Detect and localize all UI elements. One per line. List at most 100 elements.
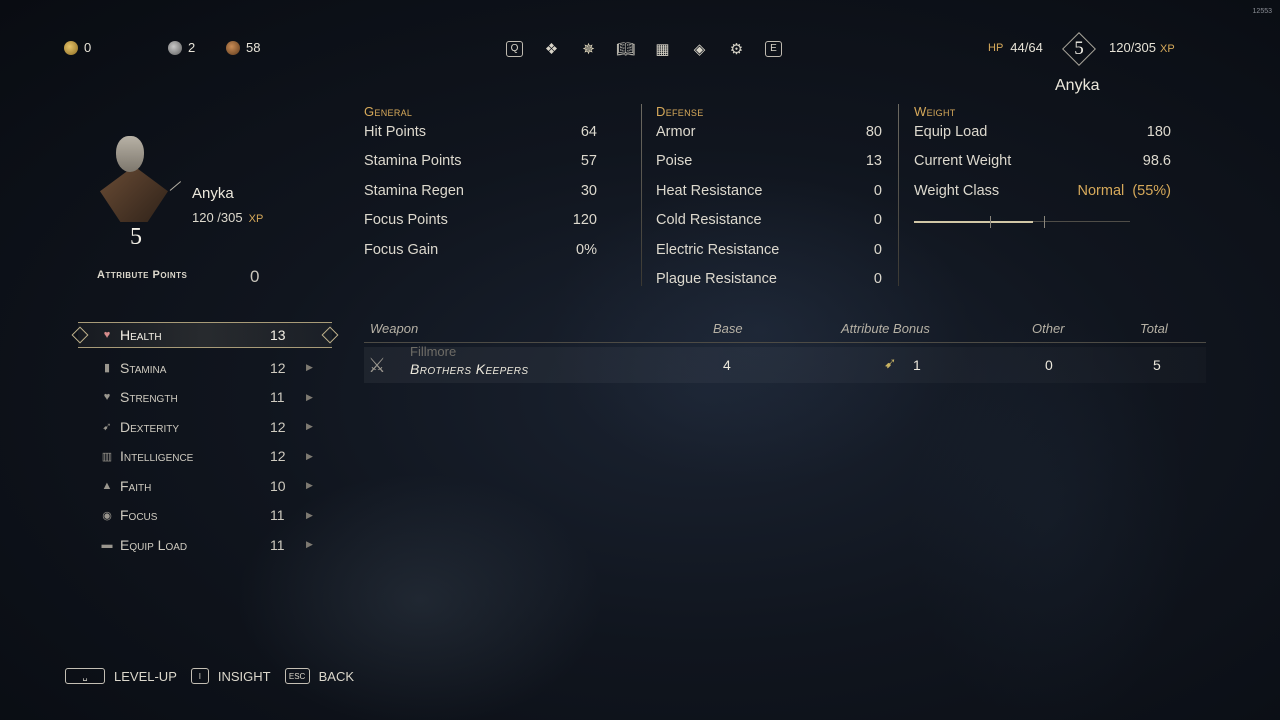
silver-currency: 2 (168, 40, 195, 55)
increase-arrow-icon[interactable]: ▶ (306, 392, 313, 403)
attribute-strength[interactable]: ♥ Strength 11 ▶ (78, 383, 332, 413)
stat-current-weight: Current Weight 98.6 (914, 153, 1171, 170)
gold-value: 0 (84, 40, 92, 55)
level-up-hint[interactable]: ␣ LEVEL-UP (65, 668, 177, 684)
next-tab-key[interactable]: E (755, 38, 792, 60)
hp-label: HP (988, 41, 1004, 54)
increase-arrow-icon[interactable]: ▶ (306, 539, 313, 550)
level-value: 5 (1074, 38, 1084, 59)
stat-poise: Poise 13 (656, 153, 882, 170)
weight-title: Weight (914, 104, 956, 119)
hp-readout: HP 44/64 (988, 40, 1043, 55)
stat-stamina-points: Stamina Points 57 (364, 153, 597, 170)
stat-armor: Armor 80 (656, 124, 882, 140)
bronze-currency: 58 (226, 40, 260, 55)
weapon-row[interactable]: ⚔ Fillmore Brothers Keepers 4 ➹ 1 0 5 (364, 344, 1206, 383)
column-divider (898, 104, 899, 286)
defense-title: Defense (656, 104, 704, 119)
increase-arrow-icon[interactable]: ▶ (306, 480, 313, 491)
xp-label: XP (1160, 43, 1175, 55)
insight-hint[interactable]: I INSIGHT (190, 668, 271, 684)
stat-plague-resistance: Plague Resistance 0 (656, 270, 882, 287)
increase-arrow-icon[interactable]: ▶ (306, 451, 313, 462)
weight-load-bar (914, 216, 1130, 229)
weapon-attribute-bonus: 1 (913, 357, 921, 373)
menu-tabs: Q ❖ ✵ 📖︎ ▦ ◈ ⚙ E (496, 38, 792, 60)
character-portrait (96, 130, 182, 226)
dexterity-bonus-icon: ➹ (884, 355, 897, 372)
silver-value: 2 (188, 40, 196, 55)
stat-hit-points: Hit Points 64 (364, 124, 597, 140)
stat-weight-class: Weight Class Normal (55%) (914, 182, 1171, 199)
heart-icon: ♥ (103, 329, 111, 341)
character-name-header: Anyka (1055, 77, 1100, 94)
dexterity-icon: ➹ (102, 421, 112, 434)
prev-tab-key[interactable]: Q (496, 38, 533, 60)
character-name: Anyka (192, 185, 234, 202)
attribute-faith[interactable]: ▲ Faith 10 ▶ (78, 471, 332, 501)
build-number: 12553 (1252, 8, 1272, 15)
insight-icon[interactable]: ◈ (681, 38, 718, 60)
weapon-subtitle: Fillmore (410, 344, 457, 359)
xp-value: 120/305 (1109, 40, 1156, 55)
general-stats: General Hit Points 64 Stamina Points 57 St… (364, 104, 597, 271)
stat-electric-resistance: Electric Resistance 0 (656, 241, 882, 258)
character-xp: 120 /305 XP (192, 210, 264, 225)
stamina-icon: ▮ (103, 362, 111, 375)
defense-stats: Defense Armor 80 Poise 13 Heat Resistance 0… (656, 104, 882, 300)
attribute-points-value: 0 (250, 267, 260, 286)
attribute-points-label: Attribute Points (97, 269, 188, 281)
i-key-icon: I (190, 668, 209, 684)
stat-equip-load: Equip Load 180 (914, 124, 1171, 140)
inventory-icon[interactable]: ❖ (533, 38, 570, 60)
attribute-intelligence[interactable]: ▥ Intelligence 12 ▶ (78, 442, 332, 472)
silver-coin-icon (168, 40, 182, 55)
column-divider (641, 104, 642, 286)
weapon-total: 5 (1153, 357, 1161, 373)
weight-class-value: Normal (1077, 182, 1125, 199)
attribute-health[interactable]: ♥ Health 13 (78, 322, 332, 348)
attribute-equip-load[interactable]: ▬ Equip Load 11 ▶ (78, 530, 332, 560)
spacebar-key-icon: ␣ (65, 668, 105, 684)
weight-class-percent: (55%) (1132, 182, 1171, 199)
equip-load-icon: ▬ (101, 538, 113, 551)
weapon-base: 4 (723, 357, 731, 373)
attribute-dexterity[interactable]: ➹ Dexterity 12 ▶ (78, 412, 332, 442)
back-hint[interactable]: ESC BACK (284, 668, 354, 684)
stat-focus-gain: Focus Gain 0% (364, 241, 597, 258)
attribute-focus[interactable]: ◉ Focus 11 ▶ (78, 501, 332, 531)
increase-arrow-icon[interactable]: ▶ (306, 362, 313, 373)
bronze-coin-icon (226, 40, 240, 55)
journal-icon[interactable]: 📖︎ (607, 38, 644, 60)
weight-stats: Weight Equip Load 180 Current Weight 98.6 … (914, 104, 1171, 229)
increase-arrow-icon[interactable]: ▶ (306, 510, 313, 521)
gold-currency: 0 (64, 40, 91, 55)
settings-icon[interactable]: ⚙ (718, 38, 755, 60)
strength-icon: ♥ (103, 391, 111, 404)
general-title: General (364, 104, 413, 119)
map-icon[interactable]: ▦ (644, 38, 681, 60)
stat-focus-points: Focus Points 120 (364, 212, 597, 229)
stat-cold-resistance: Cold Resistance 0 (656, 212, 882, 229)
character-icon[interactable]: ✵ (570, 38, 607, 60)
stat-stamina-regen: Stamina Regen 30 (364, 182, 597, 199)
increase-arrow-icon[interactable]: ▶ (306, 421, 313, 432)
eye-icon: ◉ (102, 509, 112, 522)
esc-key-icon: ESC (284, 668, 310, 684)
weapon-name: Brothers Keepers (410, 361, 529, 377)
stat-heat-resistance: Heat Resistance 0 (656, 182, 882, 199)
xp-readout: 120/305 XP (1109, 40, 1175, 55)
weapon-other: 0 (1045, 357, 1053, 373)
bronze-value: 58 (246, 40, 261, 55)
hp-value: 44/64 (1010, 40, 1043, 55)
faith-icon: ▲ (101, 479, 113, 492)
gold-coin-icon (64, 40, 78, 55)
attribute-stamina[interactable]: ▮ Stamina 12 ▶ (78, 353, 332, 383)
character-level: 5 (130, 224, 142, 250)
control-hints: ␣ LEVEL-UP I INSIGHT ESC BACK (65, 668, 368, 684)
level-badge: 5 (1062, 32, 1096, 66)
weapon-table-header: Weapon Base Attribute Bonus Other Total (364, 320, 1206, 343)
crossed-swords-icon: ⚔ (368, 355, 386, 377)
attribute-list: ♥ Health 13 ▮ Stamina 12 ▶ ♥ Strength 11… (78, 322, 332, 560)
book-icon: ▥ (101, 450, 113, 463)
